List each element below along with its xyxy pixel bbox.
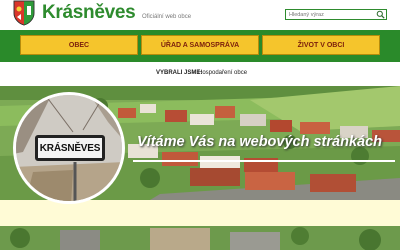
nav-urad-a-samosprava[interactable]: ÚŘAD A SAMOSPRÁVA: [141, 35, 259, 55]
village-name-sign: KRÁSNĚVES: [35, 135, 105, 161]
main-nav: OBEC ÚŘAD A SAMOSPRÁVA ŽIVOT V OBCI: [0, 30, 400, 62]
notice-band: [0, 200, 400, 226]
breadcrumb: VYBRALI JSME: - Hospodaření obce: [0, 62, 400, 86]
breadcrumb-current[interactable]: Hospodaření obce: [198, 70, 247, 76]
magnifier-icon[interactable]: [376, 10, 385, 19]
nav-zivot-v-obci[interactable]: ŽIVOT V OBCI: [262, 35, 380, 55]
welcome-underline: [133, 160, 395, 162]
site-subtitle: Oficiální web obce: [142, 14, 192, 20]
welcome-heading: Vítáme Vás na webových stránkách: [137, 134, 382, 150]
coat-of-arms-logo[interactable]: [13, 0, 35, 26]
site-header: Krásněves Oficiální web obce: [0, 0, 400, 30]
site-name[interactable]: Krásněves: [42, 2, 136, 24]
search-input[interactable]: [289, 10, 377, 19]
breadcrumb-separator: -: [192, 70, 194, 76]
nav-obec[interactable]: OBEC: [20, 35, 138, 55]
breadcrumb-label: VYBRALI JSME:: [156, 70, 203, 76]
village-sign-badge: KRÁSNĚVES: [13, 92, 125, 204]
bottom-photo-strip: [0, 226, 400, 250]
search-box[interactable]: [285, 9, 387, 20]
landscape-photo: [0, 226, 400, 250]
